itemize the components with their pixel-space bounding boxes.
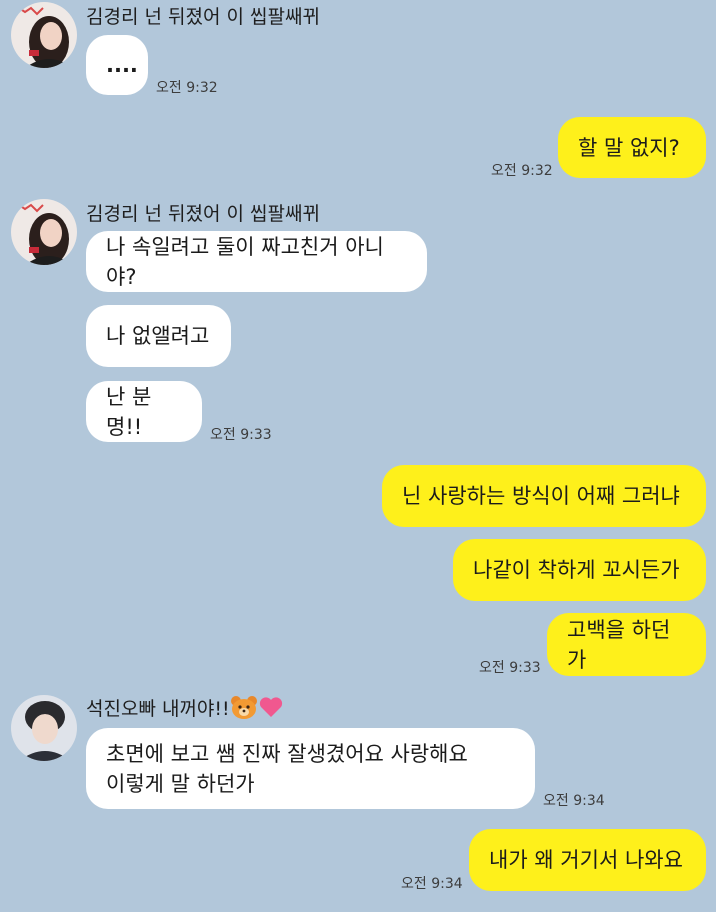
sender-name: 석진오빠 내꺼야!! xyxy=(86,694,284,724)
heart-icon xyxy=(258,696,284,723)
message-bubble[interactable]: 내가 왜 거기서 나와요 xyxy=(469,829,706,891)
bear-emoji-icon xyxy=(230,695,258,724)
message-time: 오전 9:33 xyxy=(210,427,272,443)
message-bubble[interactable]: 고백을 하던가 xyxy=(547,613,706,676)
sender-avatar[interactable] xyxy=(11,199,77,265)
message-bubble[interactable]: 할 말 없지? xyxy=(558,117,706,178)
message-bubble[interactable]: 나같이 착하게 꼬시든가 xyxy=(453,539,706,601)
sender-avatar[interactable] xyxy=(11,2,77,68)
message-bubble[interactable]: 나 속일려고 둘이 짜고친거 아니야? xyxy=(86,231,427,292)
sender-name-text: 석진오빠 내꺼야!! xyxy=(86,698,230,720)
message-time: 오전 9:34 xyxy=(543,793,605,809)
sender-avatar[interactable] xyxy=(11,695,77,761)
sender-name: 김경리 넌 뒤졌어 이 씹팔쌔뀌 xyxy=(86,6,320,28)
message-time: 오전 9:32 xyxy=(491,163,553,179)
message-bubble[interactable]: 나 없앨려고 xyxy=(86,305,231,367)
message-time: 오전 9:33 xyxy=(479,660,541,676)
message-time: 오전 9:34 xyxy=(401,876,463,892)
message-bubble[interactable]: 초면에 보고 쌤 진짜 잘생겼어요 사랑해요 이렇게 말 하던가 xyxy=(86,728,535,809)
sender-name: 김경리 넌 뒤졌어 이 씹팔쌔뀌 xyxy=(86,203,320,225)
message-bubble[interactable]: .... xyxy=(86,35,148,95)
message-bubble[interactable]: 닌 사랑하는 방식이 어째 그러냐 xyxy=(382,465,706,527)
message-bubble[interactable]: 난 분명!! xyxy=(86,381,202,442)
message-time: 오전 9:32 xyxy=(156,80,218,96)
